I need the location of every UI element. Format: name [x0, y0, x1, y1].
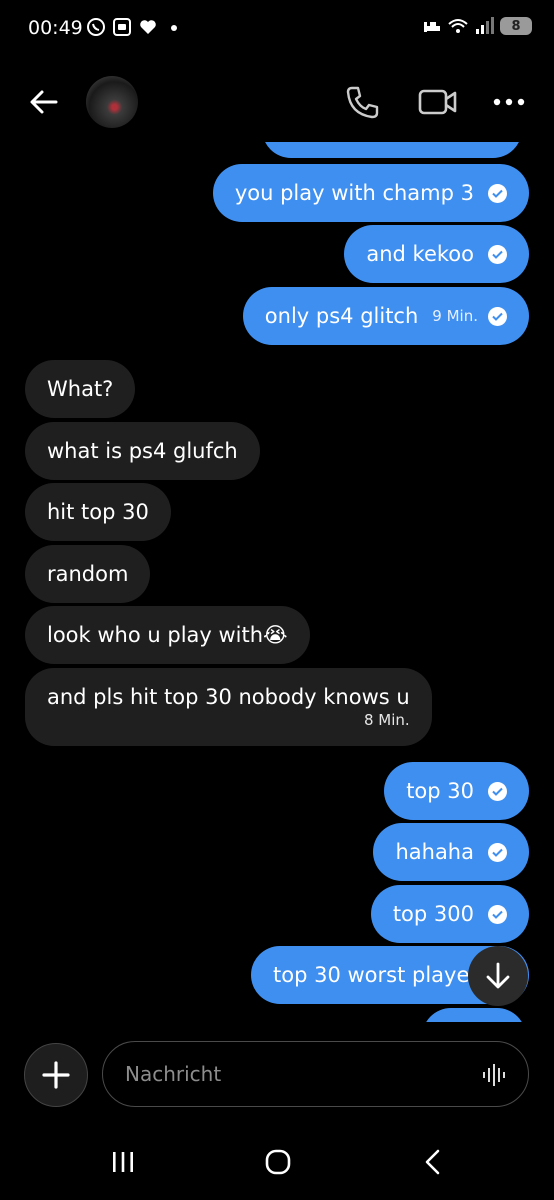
message-composer[interactable]	[102, 1041, 529, 1107]
message-bubble[interactable]: look who u play with😭	[25, 606, 310, 664]
message-bubble-partial	[262, 142, 522, 158]
avatar[interactable]	[86, 76, 138, 128]
message-text: top 300	[392, 902, 474, 926]
video-icon[interactable]	[418, 86, 458, 118]
signal-icon	[476, 17, 494, 34]
read-check-icon	[488, 904, 507, 924]
message-time: 8 Min.	[364, 711, 410, 729]
message-text: random	[47, 562, 129, 586]
message-bubble[interactable]: hahaha	[373, 823, 529, 881]
message-text: what is ps4 glufch	[47, 439, 238, 463]
read-check-icon	[488, 306, 507, 326]
message-text: What?	[47, 377, 114, 401]
message-text: hit top 30	[47, 500, 149, 524]
add-attachment-button[interactable]	[24, 1043, 88, 1107]
recent-apps-icon[interactable]	[110, 1150, 136, 1174]
message-bubble[interactable]: random	[25, 545, 151, 603]
message-text: and kekoo	[366, 242, 474, 266]
back-arrow-icon[interactable]	[26, 84, 62, 120]
home-icon[interactable]	[264, 1149, 292, 1175]
battery-level: 8	[511, 18, 521, 34]
message-bubble[interactable]: hit top 30	[25, 483, 171, 541]
message-list[interactable]: you play with champ 3 and kekoo only ps4…	[0, 142, 554, 1022]
nav-back-icon[interactable]	[420, 1148, 446, 1176]
message-bubble[interactable]: What?	[25, 360, 136, 418]
heart-icon	[140, 20, 156, 34]
message-time: 9 Min.	[432, 307, 478, 325]
dot-icon	[171, 25, 177, 31]
message-bubble[interactable]: top 300	[370, 885, 529, 943]
screenshot-icon	[113, 18, 131, 36]
message-bubble[interactable]: you play with champ 3	[212, 164, 529, 222]
voice-wave-icon[interactable]	[482, 1062, 508, 1088]
message-bubble[interactable]: what is ps4 glufch	[25, 422, 260, 480]
scroll-to-bottom-button[interactable]	[468, 946, 528, 1006]
chat-header	[0, 62, 554, 142]
more-icon[interactable]	[492, 92, 526, 112]
message-bubble[interactable]: only ps4 glitch 9 Min.	[242, 287, 529, 345]
message-text: and pls hit top 30 nobody knows u	[47, 685, 410, 709]
read-check-icon	[488, 183, 507, 203]
read-check-icon	[488, 781, 507, 801]
message-text: you play with champ 3	[234, 181, 474, 205]
read-check-icon	[488, 244, 507, 264]
message-text: top 30 worst playe	[273, 963, 470, 987]
message-bubble[interactable]: and pls hit top 30 nobody knows u 8 Min.	[25, 668, 432, 746]
message-text: hahaha	[395, 840, 474, 864]
message-bubble-partial	[422, 1008, 526, 1022]
whatsapp-icon	[87, 18, 105, 36]
status-time: 00:49	[28, 17, 83, 39]
arrow-down-icon	[486, 962, 510, 989]
read-check-icon	[488, 842, 507, 862]
message-text: top 30	[406, 779, 474, 803]
sleep-icon	[424, 22, 440, 32]
system-navigation-bar	[0, 1140, 554, 1184]
message-text: look who u play with😭	[47, 623, 288, 647]
message-text: only ps4 glitch	[264, 304, 419, 328]
phone-icon[interactable]	[344, 84, 380, 120]
message-bubble[interactable]: and kekoo	[344, 225, 529, 283]
message-input[interactable]	[125, 1042, 465, 1105]
message-bubble[interactable]: top 30	[384, 762, 529, 820]
wifi-5-icon	[448, 19, 468, 33]
status-bar: 00:49 8	[0, 0, 554, 56]
battery-icon: 8	[500, 17, 532, 35]
plus-icon	[42, 1061, 70, 1089]
